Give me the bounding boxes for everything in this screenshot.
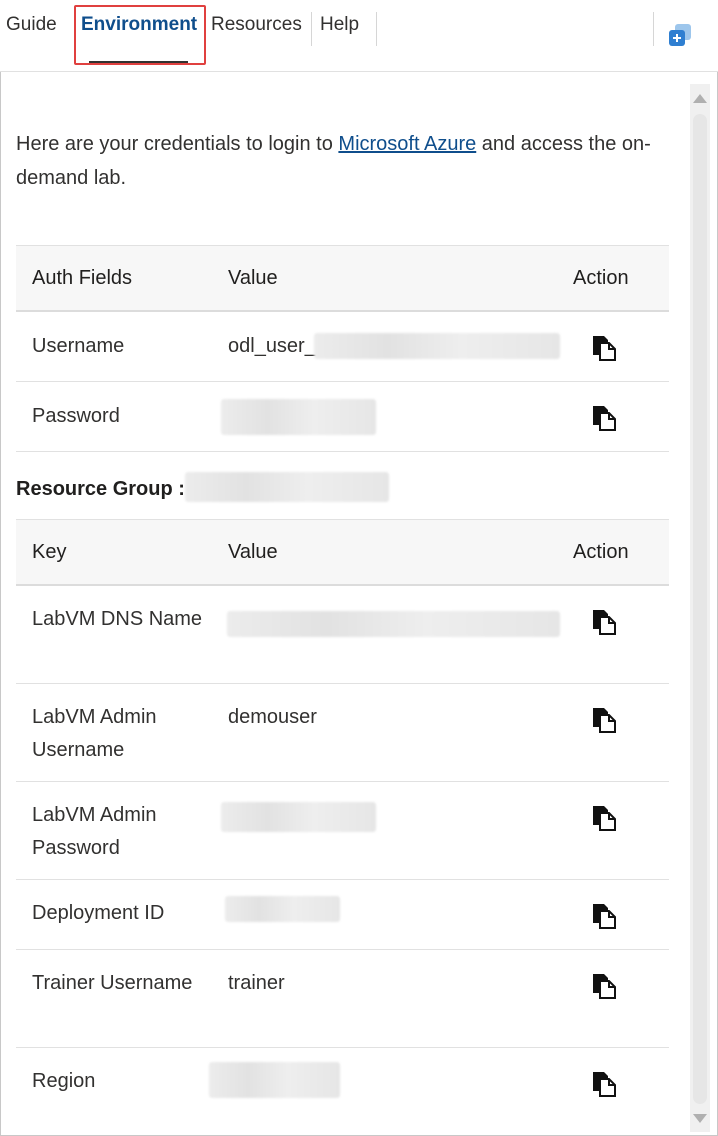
tab-guide[interactable]: Guide <box>6 14 57 36</box>
scroll-thumb[interactable] <box>693 114 707 1104</box>
intro-before: Here are your credentials to login to <box>16 133 339 155</box>
key-table: Key Value Action LabVM DNS Name LabVM Ad… <box>16 519 669 1118</box>
tab-resources[interactable]: Resources <box>211 14 302 36</box>
add-window-icon[interactable] <box>667 22 693 48</box>
toolbar-divider <box>653 12 654 46</box>
header-action: Action <box>573 541 629 563</box>
table-row: Password <box>16 382 669 452</box>
auth-table: Auth Fields Value Action Username odl_us… <box>16 245 669 452</box>
redacted-value <box>209 1062 340 1098</box>
key-labvm-dns-name: LabVM DNS Name <box>32 608 203 630</box>
redacted-value <box>221 802 376 832</box>
copy-icon[interactable] <box>591 404 617 432</box>
header-auth-fields: Auth Fields <box>32 267 133 289</box>
labvm-admin-username-value: demouser <box>228 706 317 728</box>
table-row: LabVM DNS Name <box>16 586 669 684</box>
copy-icon[interactable] <box>591 1070 617 1098</box>
copy-icon[interactable] <box>591 902 617 930</box>
table-row: Deployment ID <box>16 880 669 950</box>
copy-icon[interactable] <box>591 334 617 362</box>
trainer-username-value: trainer <box>228 972 285 994</box>
resource-group-label: Resource Group : <box>16 478 185 500</box>
scroll-up-arrow-icon[interactable] <box>693 94 707 103</box>
tab-help[interactable]: Help <box>320 14 359 36</box>
copy-icon[interactable] <box>591 972 617 1000</box>
username-value: odl_user_ <box>228 335 316 357</box>
header-key: Key <box>32 541 67 563</box>
table-row: LabVM Admin Password <box>16 782 669 880</box>
intro-text: Here are your credentials to login to Mi… <box>16 127 676 195</box>
key-trainer-username: Trainer Username <box>32 972 193 994</box>
vertical-scrollbar[interactable] <box>690 84 710 1132</box>
redacted-value <box>221 399 376 435</box>
table-row: Username odl_user_ <box>16 312 669 382</box>
header-action: Action <box>573 267 629 289</box>
header-value: Value <box>228 541 278 563</box>
redacted-value <box>227 611 560 637</box>
table-row: Trainer Username trainer <box>16 950 669 1048</box>
resource-group-redacted-value <box>185 472 389 502</box>
highlight-annotation-box <box>74 5 206 65</box>
tab-divider <box>311 12 312 46</box>
key-table-header: Key Value Action <box>16 519 669 586</box>
microsoft-azure-link[interactable]: Microsoft Azure <box>338 133 476 155</box>
key-region: Region <box>32 1070 96 1092</box>
field-username: Username <box>32 335 125 357</box>
key-labvm-admin-username: LabVM Admin Username <box>32 706 157 761</box>
auth-table-header: Auth Fields Value Action <box>16 245 669 312</box>
copy-icon[interactable] <box>591 608 617 636</box>
scroll-down-arrow-icon[interactable] <box>693 1114 707 1123</box>
key-labvm-admin-password: LabVM Admin Password <box>32 804 157 859</box>
tab-bar: Guide Environment Resources Help <box>0 0 718 72</box>
header-value: Value <box>228 267 278 289</box>
copy-icon[interactable] <box>591 706 617 734</box>
table-row: Region <box>16 1048 669 1118</box>
redacted-value <box>314 333 560 359</box>
redacted-value <box>225 896 340 922</box>
table-row: LabVM Admin Username demouser <box>16 684 669 782</box>
field-password: Password <box>32 405 120 427</box>
copy-icon[interactable] <box>591 804 617 832</box>
key-deployment-id: Deployment ID <box>32 902 165 924</box>
tab-divider <box>376 12 377 46</box>
